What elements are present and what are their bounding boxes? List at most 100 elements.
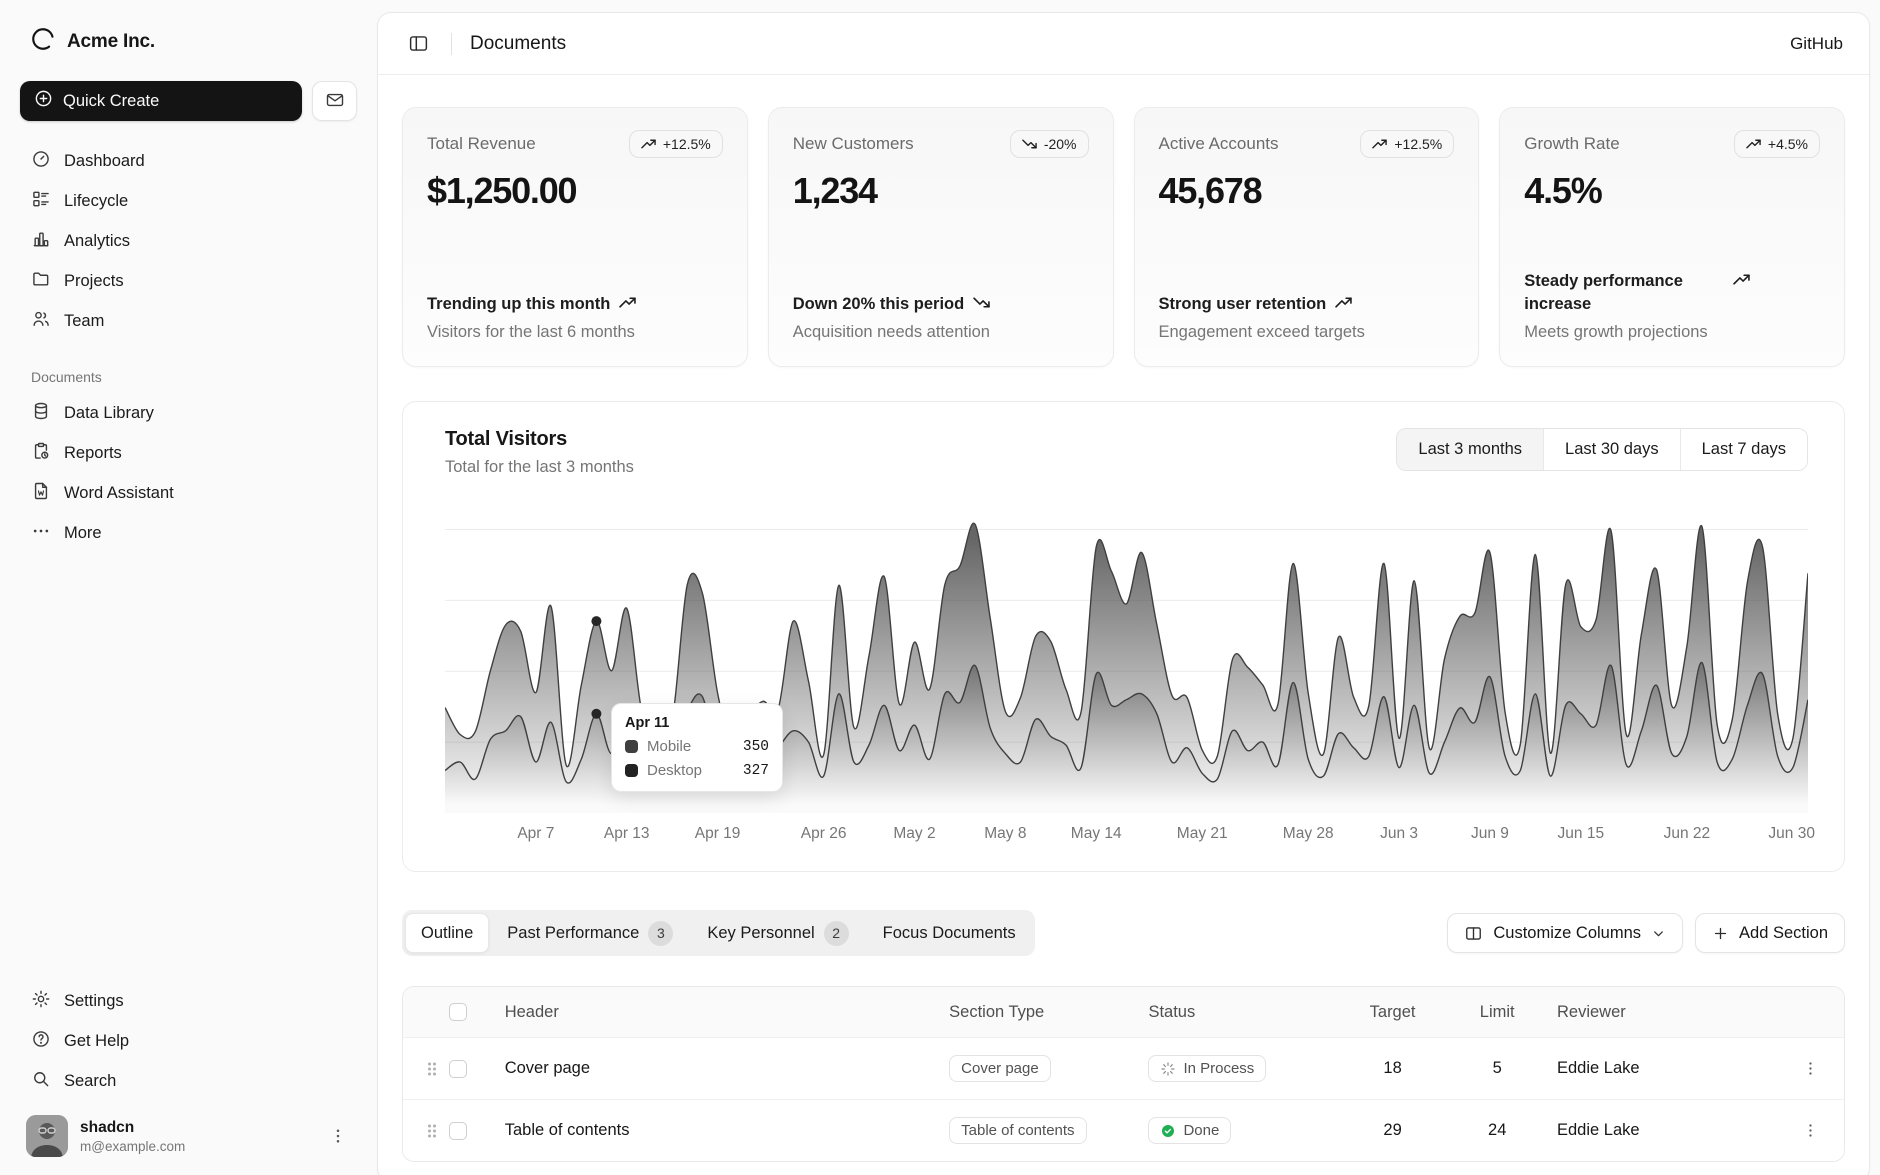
row-checkbox-cell: [449, 1060, 495, 1078]
x-tick-label: May 28: [1283, 825, 1334, 843]
x-tick-label: May 8: [984, 825, 1026, 843]
range-last-7-days[interactable]: Last 7 days: [1680, 429, 1807, 470]
sidebar-item-data-library[interactable]: Data Library: [20, 393, 357, 433]
list-details-icon: [31, 189, 51, 214]
status-badge: In Process: [1148, 1055, 1266, 1082]
search-icon: [31, 1069, 51, 1094]
row-header-cell[interactable]: Table of contents: [495, 1121, 949, 1140]
app-root: Acme Inc. Quick Create: [0, 0, 1880, 1175]
row-menu-button[interactable]: [1798, 1056, 1823, 1081]
row-header-cell[interactable]: Cover page: [495, 1059, 949, 1078]
section-type-badge: Cover page: [949, 1055, 1051, 1082]
row-reviewer-cell[interactable]: Eddie Lake: [1557, 1121, 1786, 1140]
sidebar-toggle-button[interactable]: [404, 29, 433, 58]
user-menu-dots-button[interactable]: [325, 1123, 351, 1149]
grip-icon: [425, 1060, 439, 1078]
x-tick-label: May 21: [1177, 825, 1228, 843]
column-target: Target: [1348, 1003, 1438, 1022]
drag-handle[interactable]: [415, 1122, 449, 1140]
card-subtext: Meets growth projections: [1524, 323, 1820, 342]
grip-icon: [425, 1122, 439, 1140]
quick-create-button[interactable]: Quick Create: [20, 81, 302, 121]
drag-handle[interactable]: [415, 1060, 449, 1078]
database-icon: [31, 401, 51, 426]
sidebar-item-settings[interactable]: Settings: [20, 981, 357, 1021]
sidebar-item-dashboard[interactable]: Dashboard: [20, 141, 357, 181]
sidebar-item-label: Get Help: [64, 1032, 129, 1051]
sidebar-item-team[interactable]: Team: [20, 301, 357, 341]
row-target-cell[interactable]: 18: [1348, 1059, 1438, 1078]
mobile-swatch: [625, 740, 638, 753]
x-tick-label: Jun 30: [1768, 825, 1815, 843]
sidebar-item-label: Team: [64, 312, 104, 331]
sidebar-item-label: Reports: [64, 444, 122, 463]
row-menu-button[interactable]: [1798, 1118, 1823, 1143]
github-link[interactable]: GitHub: [1790, 34, 1843, 54]
inbox-button[interactable]: [312, 81, 357, 121]
plus-circle-icon: [34, 89, 53, 113]
trending-up-icon: [641, 138, 656, 150]
trend-badge: -20%: [1010, 130, 1089, 158]
row-limit-cell[interactable]: 24: [1437, 1121, 1557, 1140]
row-limit-cell[interactable]: 5: [1437, 1059, 1557, 1078]
tab-outline[interactable]: Outline: [405, 913, 489, 953]
range-last-3-months[interactable]: Last 3 months: [1397, 429, 1543, 470]
sidebar-item-projects[interactable]: Projects: [20, 261, 357, 301]
header-divider: [451, 33, 452, 55]
row-status-cell: Done: [1148, 1117, 1347, 1144]
x-tick-label: Apr 26: [801, 825, 847, 843]
main-content: Total Revenue +12.5% $1,250.00 Trending …: [378, 75, 1869, 1162]
row-checkbox[interactable]: [449, 1060, 467, 1078]
x-tick-label: Apr 7: [517, 825, 554, 843]
plus-icon: [1712, 925, 1729, 942]
tooltip-series-label: Mobile: [647, 738, 734, 755]
x-tick-label: Apr 19: [695, 825, 741, 843]
sidebar-item-reports[interactable]: Reports: [20, 433, 357, 473]
sidebar-item-search[interactable]: Search: [20, 1061, 357, 1101]
table-row[interactable]: Cover page Cover page In Process 18 5: [403, 1037, 1844, 1099]
trending-down-icon: [1022, 138, 1037, 150]
sidebar-nav-footer: Settings Get Help Search: [20, 981, 357, 1101]
visitors-area-chart[interactable]: Apr 11 Mobile 350 Desktop 327: [445, 521, 1808, 813]
trend-badge-value: +4.5%: [1768, 136, 1808, 152]
card-footer: Steady performance increase Meets growth…: [1524, 270, 1820, 342]
tab-key-personnel[interactable]: Key Personnel 2: [691, 913, 864, 953]
sidebar-toggle-icon: [408, 33, 429, 54]
select-all-checkbox[interactable]: [449, 1003, 467, 1021]
tooltip-series-label: Desktop: [647, 762, 734, 779]
row-reviewer-cell[interactable]: Eddie Lake: [1557, 1059, 1786, 1078]
chart-titles: Total Visitors Total for the last 3 mont…: [445, 428, 634, 477]
select-all-checkbox-cell: [449, 1003, 495, 1021]
range-last-30-days[interactable]: Last 30 days: [1543, 429, 1680, 470]
sections-toolbar: Outline Past Performance 3 Key Personnel…: [402, 910, 1845, 956]
tab-focus-documents[interactable]: Focus Documents: [867, 913, 1032, 953]
sidebar-item-lifecycle[interactable]: Lifecycle: [20, 181, 357, 221]
folder-icon: [31, 269, 51, 294]
tooltip-row: Desktop 327: [625, 762, 769, 779]
status-label: Done: [1183, 1122, 1219, 1139]
table-header-row: Header Section Type Status Target Limit …: [403, 987, 1844, 1037]
tooltip-date: Apr 11: [625, 715, 769, 731]
gear-icon: [31, 989, 51, 1014]
tab-past-performance[interactable]: Past Performance 3: [491, 913, 689, 953]
loader-icon: [1160, 1061, 1176, 1077]
toolbar-actions: Customize Columns Add Section: [1447, 913, 1845, 953]
sidebar-item-word-assistant[interactable]: Word Assistant: [20, 473, 357, 513]
table-row[interactable]: Table of contents Table of contents Done: [403, 1099, 1844, 1161]
sidebar-item-analytics[interactable]: Analytics: [20, 221, 357, 261]
customize-columns-button[interactable]: Customize Columns: [1447, 913, 1683, 953]
trending-up-icon: [1335, 296, 1352, 309]
add-section-button[interactable]: Add Section: [1695, 913, 1845, 953]
sidebar-item-label: Dashboard: [64, 152, 145, 171]
help-circle-icon: [31, 1029, 51, 1054]
columns-icon: [1464, 924, 1483, 943]
user-menu[interactable]: shadcn m@example.com: [20, 1101, 357, 1175]
sidebar-item-get-help[interactable]: Get Help: [20, 1021, 357, 1061]
sidebar-item-more[interactable]: More: [20, 513, 357, 553]
x-axis-ticks: Apr 7Apr 13Apr 19Apr 26May 2May 8May 14M…: [445, 825, 1808, 847]
brand[interactable]: Acme Inc.: [20, 0, 357, 77]
row-checkbox[interactable]: [449, 1122, 467, 1140]
avatar: [26, 1115, 68, 1157]
sidebar-item-label: Data Library: [64, 404, 154, 423]
row-target-cell[interactable]: 29: [1348, 1121, 1438, 1140]
